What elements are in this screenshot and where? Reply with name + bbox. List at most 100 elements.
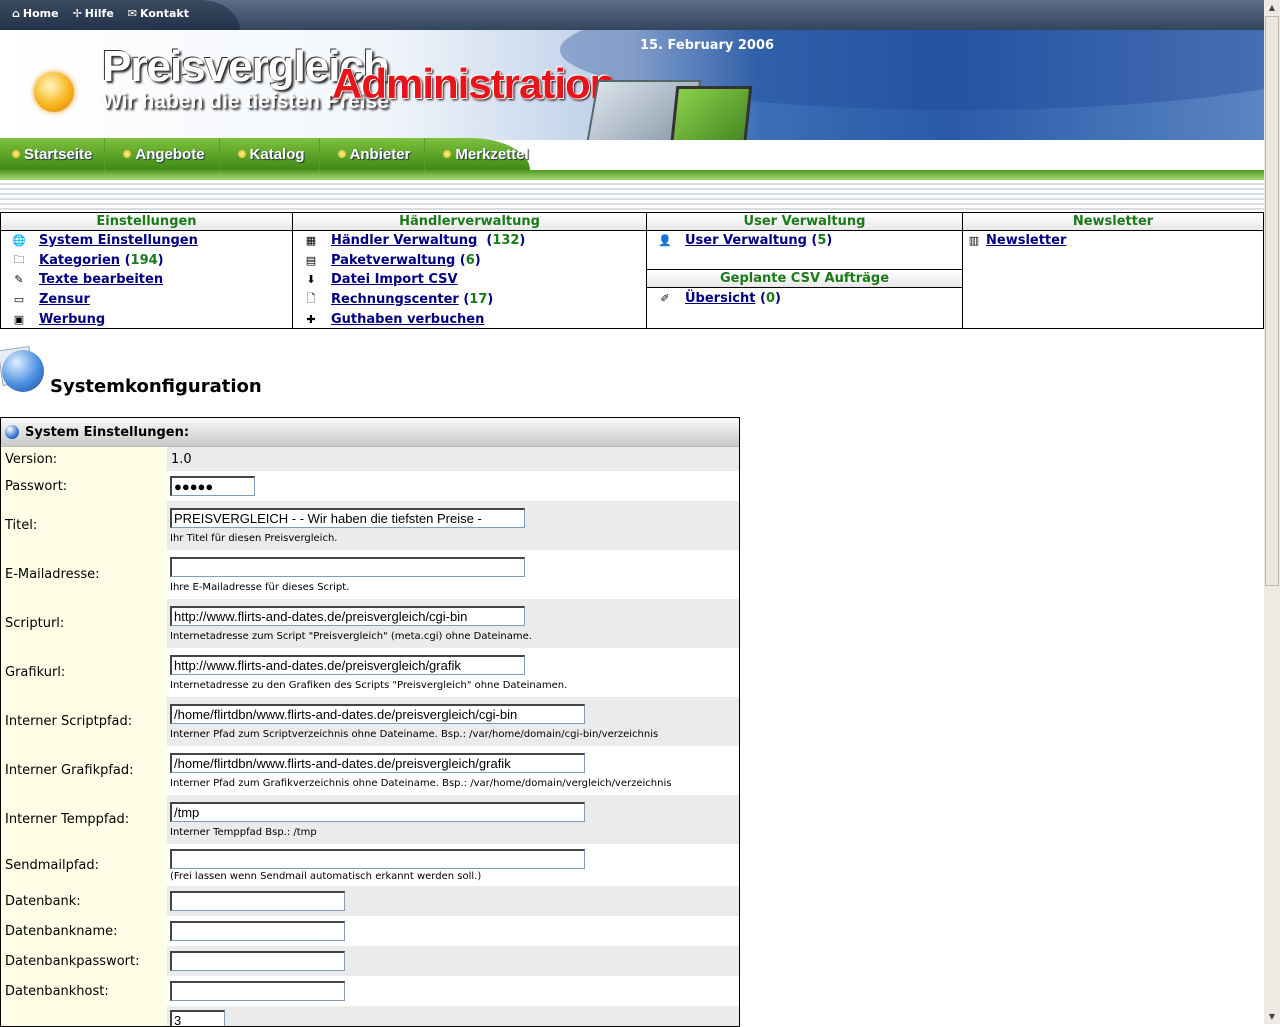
scripturl-input[interactable]: http://www.flirts-and-dates.de/preisverg… [170,605,525,626]
envelope-icon: ✉ [127,7,137,20]
globe-icon: 🌐 [12,234,26,248]
row-title: Titel: PREISVERGLEICH - - Wir haben die … [1,501,739,550]
row-datenbankpasswort: Datenbankpasswort: [1,946,739,976]
sendmail-input[interactable] [170,848,585,869]
main-nav: Startseite Angebote Katalog Anbieter Mer… [0,138,530,170]
label-datenbankname: Datenbankname: [1,916,167,946]
row-datenbankname: Datenbankname: [1,916,739,946]
row-grafikpfad: Interner Grafikpfad: /home/flirtdbn/www.… [1,746,739,795]
nav-anbieter[interactable]: Anbieter [320,138,426,170]
import-icon: ⬇ [306,273,316,287]
title-input[interactable]: PREISVERGLEICH - - Wir haben die tiefste… [170,507,525,528]
label-email: E-Mailadresse: [1,550,167,599]
label-datenbank: Datenbank: [1,886,167,916]
email-input[interactable] [170,556,525,577]
bullet-icon [337,150,346,158]
label-scriptpfad: Interner Scriptpfad: [1,697,167,746]
green-stripe [0,170,1264,180]
datenbank-input[interactable] [170,891,345,911]
nav-angebote[interactable]: Angebote [105,138,220,170]
menu-haendlerverwaltung: Händlerverwaltung ▦ Händler Verwaltung (1… [293,213,647,328]
menu-item-rechnungscenter[interactable]: 🗋 Rechnungscenter (17) [293,290,646,310]
contact-link[interactable]: ✉ Kontakt [128,7,189,20]
menu-item-texte-bearbeiten[interactable]: ✎ Texte bearbeiten [1,270,292,290]
admin-menu: Einstellungen 🌐 System Einstellungen 🗀 Kat… [0,212,1264,329]
laptop-image-2 [667,86,753,140]
label-version: Version: [1,447,167,471]
menu-user-verwaltung: User Verwaltung 👤 User Verwaltung (5) Gep… [647,213,963,328]
menu-item-werbung[interactable]: ▣ Werbung [1,309,292,329]
help-link[interactable]: ✢ Hilfe [73,7,114,20]
menu-item-newsletter[interactable]: ▥ Newsletter [963,231,1263,251]
bullet-icon [237,150,246,158]
user-icon: 👤 [658,234,672,247]
row-version: Version: 1.0 [1,447,739,471]
eraser-icon: ▭ [13,293,25,307]
ad-icon: ▣ [13,312,25,326]
datenbankhost-input[interactable] [170,981,345,1001]
nav-merkzettel[interactable]: Merkzettel [425,138,540,170]
menu-item-user-verwaltung[interactable]: 👤 User Verwaltung (5) [647,231,962,250]
grafikpfad-input[interactable]: /home/flirtdbn/www.flirts-and-dates.de/p… [170,752,585,773]
blocks-icon: ▦ [305,234,317,248]
password-input[interactable]: ●●●●● [170,476,255,496]
header-date: 15. February 2006 [640,38,775,53]
package-icon: ▤ [305,253,317,267]
header-stripes [0,170,1264,210]
pencil-icon: ✎ [14,273,24,287]
logo-icon [34,72,74,112]
grafikpfad-hint: Interner Pfad zum Grafikverzeichnis ohne… [170,777,672,789]
menu-einstellungen: Einstellungen 🌐 System Einstellungen 🗀 Kat… [1,213,293,328]
menu-item-datei-import[interactable]: ⬇ Datei Import CSV [293,270,646,290]
scriptpfad-hint: Interner Pfad zum Scriptverzeichnis ohne… [170,728,659,740]
vertical-scrollbar[interactable]: ▲ ▼ [1264,0,1280,1024]
crosshair-icon: ✢ [72,7,82,20]
email-hint: Ihre E-Mailadresse für dieses Script. [170,581,350,593]
row-grafikurl: Grafikurl: http://www.flirts-and-dates.d… [1,648,739,697]
bullet-icon [12,150,20,158]
number-input[interactable]: 3 [170,1010,225,1026]
label-sendmail: Sendmailpfad: [1,844,167,886]
label-temppfad: Interner Temppfad: [1,795,167,844]
row-datenbank: Datenbank: [1,886,739,916]
label-grafikpfad: Interner Grafikpfad: [1,746,167,795]
menu-item-haendler-verwaltung[interactable]: ▦ Händler Verwaltung (132) [293,231,646,251]
datenbankpasswort-input[interactable] [170,951,345,971]
menu-item-system-einstellungen[interactable]: 🌐 System Einstellungen [1,231,292,251]
edit-icon: ✐ [660,291,670,305]
sendmail-hint: (Frei lassen wenn Sendmail automatisch e… [170,870,482,882]
bullet-icon [443,150,452,158]
menu-heading: Newsletter [963,213,1263,231]
menu-item-paketverwaltung[interactable]: ▤ Paketverwaltung (6) [293,251,646,271]
datenbankname-input[interactable] [170,921,345,941]
top-links: ⌂ Home ✢ Hilfe ✉ Kontakt [12,7,189,20]
nav-startseite[interactable]: Startseite [0,138,106,170]
menu-item-zensur[interactable]: ▭ Zensur [1,290,292,310]
menu-heading: Händlerverwaltung [293,213,646,231]
menu-item-kategorien[interactable]: 🗀 Kategorien (194) [1,251,292,271]
label-datenbankpasswort: Datenbankpasswort: [1,946,167,976]
menu-heading: Einstellungen [1,213,292,231]
page-title: Systemkonfiguration [50,376,262,397]
menu-item-guthaben-verbuchen[interactable]: ✚ Guthaben verbuchen [293,309,646,329]
globe-icon [5,425,19,439]
administration-title: Administration [332,60,615,107]
scroll-down-icon[interactable]: ▼ [1265,1009,1279,1024]
label-scripturl: Scripturl: [1,599,167,648]
menu-newsletter: Newsletter ▥ Newsletter [963,213,1263,328]
scripturl-hint: Internetadresse zum Script "Preisverglei… [170,630,532,642]
grafikurl-input[interactable]: http://www.flirts-and-dates.de/preisverg… [170,654,525,675]
nav-katalog[interactable]: Katalog [220,138,320,170]
row-password: Passwort: ●●●●● [1,471,739,501]
form-header: System Einstellungen: [1,418,739,447]
scroll-thumb[interactable] [1265,16,1279,586]
document-icon: 🗋 [306,292,316,306]
home-link[interactable]: ⌂ Home [12,7,59,20]
scriptpfad-input[interactable]: /home/flirtdbn/www.flirts-and-dates.de/p… [170,703,585,724]
version-value: 1.0 [167,447,739,471]
folder-icon: 🗀 [13,252,25,266]
temppfad-input[interactable]: /tmp [170,801,585,822]
row-temppfad: Interner Temppfad: /tmp Interner Temppfad… [1,795,739,844]
scroll-up-icon[interactable]: ▲ [1265,0,1279,15]
menu-item-uebersicht[interactable]: ✐ Übersicht (0) [647,288,962,308]
